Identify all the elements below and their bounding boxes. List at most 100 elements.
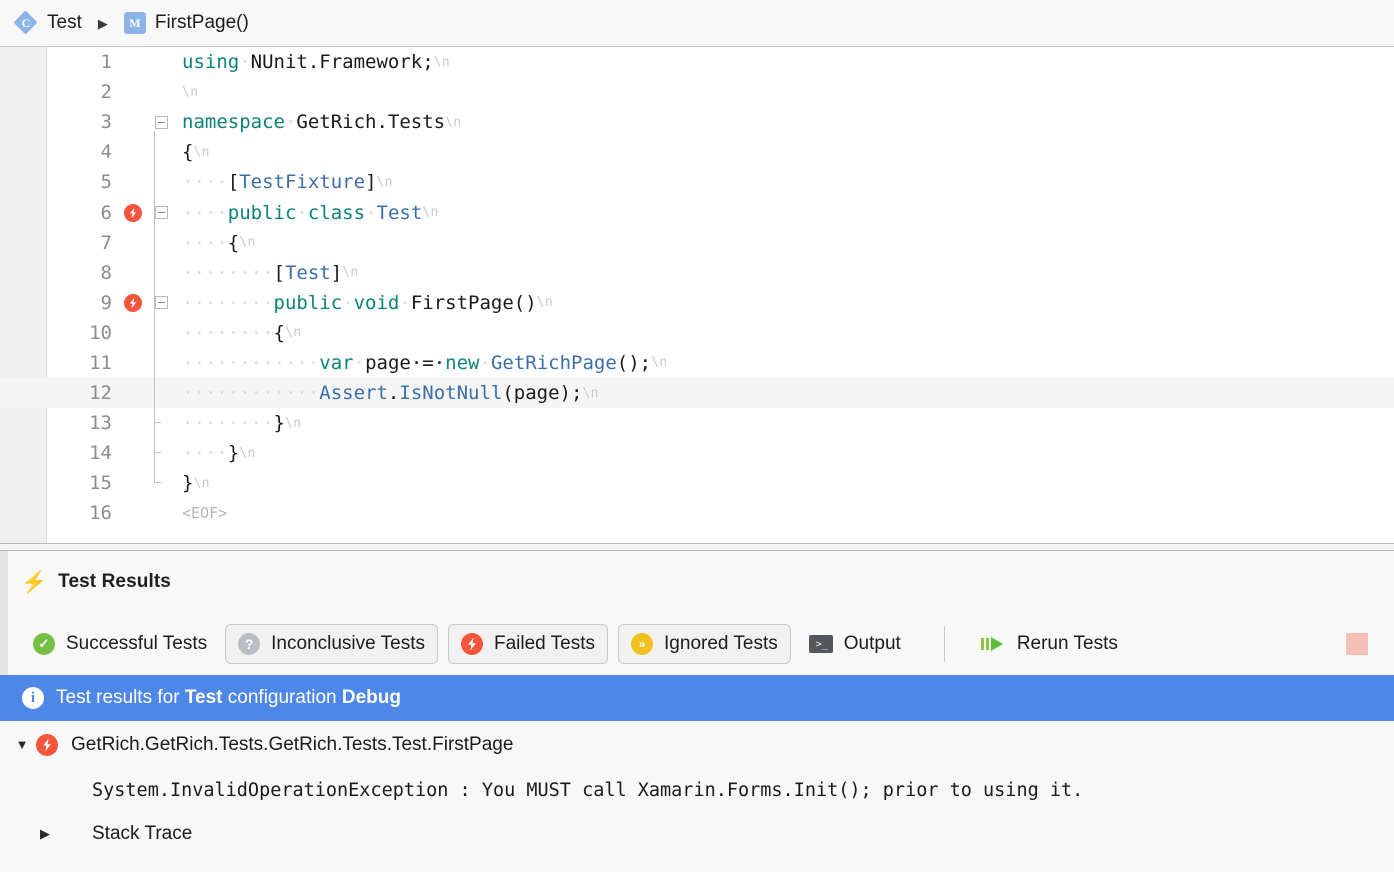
code-token: · — [365, 201, 377, 224]
test-failure-gutter-icon[interactable] — [118, 197, 148, 227]
code-token: \n — [582, 385, 599, 401]
line-number: 3 — [100, 111, 112, 134]
code-token: \n — [342, 265, 359, 281]
code-line[interactable]: 5 ····[TestFixture] \n — [0, 167, 1394, 197]
filter-failed-tests[interactable]: Failed Tests — [448, 624, 609, 664]
banner-configuration: Debug — [341, 687, 401, 708]
code-token: TestFixture — [239, 171, 366, 194]
code-token: GetRichPage — [490, 351, 617, 374]
code-line[interactable]: 7 ····{\n — [0, 228, 1394, 258]
code-fold-toggle[interactable] — [148, 107, 174, 137]
collapse-triangle-icon[interactable]: ▶ — [28, 826, 62, 842]
code-line-text: ········} \n — [182, 408, 301, 438]
rerun-play-icon — [980, 634, 1006, 654]
code-line[interactable]: 3 namespace · GetRich.Tests \n — [0, 107, 1394, 137]
chevron-right-icon: ▶ — [97, 15, 108, 31]
code-token: ·=· — [410, 351, 446, 374]
code-token: · — [342, 291, 354, 314]
code-token: ········ — [182, 291, 274, 314]
code-token: } — [227, 442, 240, 465]
code-token: · — [239, 51, 251, 74]
code-token: page — [365, 351, 411, 374]
filter-ignored-tests[interactable]: » Ignored Tests — [618, 624, 791, 664]
code-token: Test — [376, 201, 423, 224]
code-line-text: ········{\n — [182, 318, 301, 348]
test-results-tree[interactable]: i Test results for Test configuration De… — [0, 675, 1394, 872]
code-line[interactable]: 14 ····} \n — [0, 438, 1394, 468]
line-number: 6 — [100, 201, 112, 224]
terminal-icon: >_ — [808, 635, 833, 653]
output-button-label: Output — [843, 633, 901, 654]
banner-configuration-name: Test — [184, 687, 223, 708]
code-fold-toggle[interactable] — [148, 197, 174, 227]
code-token: · — [284, 111, 297, 134]
code-line[interactable]: 6 ···· public · class · Test \n — [0, 197, 1394, 227]
code-line-text: using · NUnit.Framework; \n — [182, 47, 450, 77]
line-number: 13 — [89, 412, 112, 435]
stack-trace-row[interactable]: ▶ Stack Trace — [0, 812, 1394, 856]
code-fold-toggle[interactable] — [148, 288, 174, 318]
failure-bolt-icon — [461, 633, 483, 655]
code-token: { — [273, 321, 285, 344]
question-mark-icon: ? — [238, 633, 261, 655]
code-token: var — [319, 351, 354, 374]
line-number: 16 — [89, 502, 112, 525]
code-line[interactable]: 2 \n — [0, 77, 1394, 107]
code-token: public — [227, 201, 297, 224]
code-token: \n — [445, 114, 462, 130]
code-line[interactable]: 1 using · NUnit.Framework; \n — [0, 47, 1394, 77]
code-line[interactable]: 9 ········ public · void · FirstPage() \n — [0, 288, 1394, 318]
code-token: · — [296, 201, 308, 224]
code-token: new — [445, 351, 480, 374]
code-token: ············ — [182, 351, 320, 374]
code-line-text: ········[Test] \n — [182, 258, 359, 288]
code-token: } — [273, 412, 285, 435]
code-token: ···· — [182, 442, 228, 465]
code-line[interactable]: 13 ········} \n — [0, 408, 1394, 438]
line-number: 11 — [89, 351, 112, 374]
test-results-banner-row[interactable]: i Test results for Test configuration De… — [0, 675, 1394, 721]
code-token: \n — [193, 144, 210, 160]
test-failure-gutter-icon[interactable] — [118, 288, 148, 318]
code-line[interactable]: 10 ········{\n — [0, 318, 1394, 348]
filter-inconclusive-tests[interactable]: ? Inconclusive Tests — [225, 624, 438, 664]
breadcrumb-item-method[interactable]: M FirstPage() — [123, 12, 249, 34]
code-token: IsNotNull — [399, 382, 503, 405]
code-line-text: ····{\n — [182, 228, 256, 258]
line-number: 1 — [100, 51, 112, 74]
code-token: \n — [536, 295, 554, 311]
code-token: <EOF> — [182, 504, 228, 523]
pane-splitter[interactable] — [0, 543, 1394, 551]
code-token: ···· — [182, 231, 228, 254]
rerun-tests-label: Rerun Tests — [1016, 633, 1118, 654]
filter-successful-tests[interactable]: ✓ Successful Tests — [20, 624, 220, 664]
code-lines-container: 1 using · NUnit.Framework; \n 2 \n 3 namespace · G… — [0, 47, 1394, 529]
code-token: \n — [239, 235, 256, 251]
code-line[interactable]: 4 {\n — [0, 137, 1394, 167]
exception-message-text: System.InvalidOperationException : You M… — [92, 779, 1084, 801]
rerun-tests-button[interactable]: Rerun Tests — [967, 624, 1131, 664]
code-line[interactable]: 11 ············ var · page ·=· new · GetRichPage… — [0, 348, 1394, 378]
code-editor[interactable]: 1 using · NUnit.Framework; \n 2 \n 3 namespace · G… — [0, 47, 1394, 543]
expand-triangle-icon[interactable]: ▼ — [8, 737, 36, 752]
code-line[interactable]: 16 <EOF> — [0, 498, 1394, 528]
code-token: \n — [651, 355, 668, 371]
line-number: 4 — [100, 141, 112, 164]
code-token: FirstPage() — [410, 291, 537, 314]
code-token: \n — [182, 84, 199, 100]
code-line[interactable]: 15} \n — [0, 468, 1394, 498]
code-line-text: } \n — [182, 468, 210, 498]
code-token: ···· — [182, 201, 228, 224]
code-token: namespace — [182, 111, 285, 134]
line-number: 9 — [100, 291, 112, 314]
code-token: } — [182, 472, 194, 495]
output-button[interactable]: >_ Output — [796, 624, 914, 664]
method-icon: M — [123, 12, 146, 34]
success-check-icon: ✓ — [33, 633, 55, 655]
breadcrumb-item-class[interactable]: C Test — [13, 10, 82, 35]
code-line[interactable]: 8 ········[Test] \n — [0, 258, 1394, 288]
test-tree-row[interactable]: ▼ GetRich.GetRich.Tests.GetRich.Tests.Te… — [0, 721, 1394, 768]
line-number: 7 — [100, 231, 112, 254]
stop-square-icon[interactable] — [1346, 633, 1368, 655]
code-line[interactable]: 12 ············ Assert. IsNotNull (page); \n — [0, 378, 1394, 409]
